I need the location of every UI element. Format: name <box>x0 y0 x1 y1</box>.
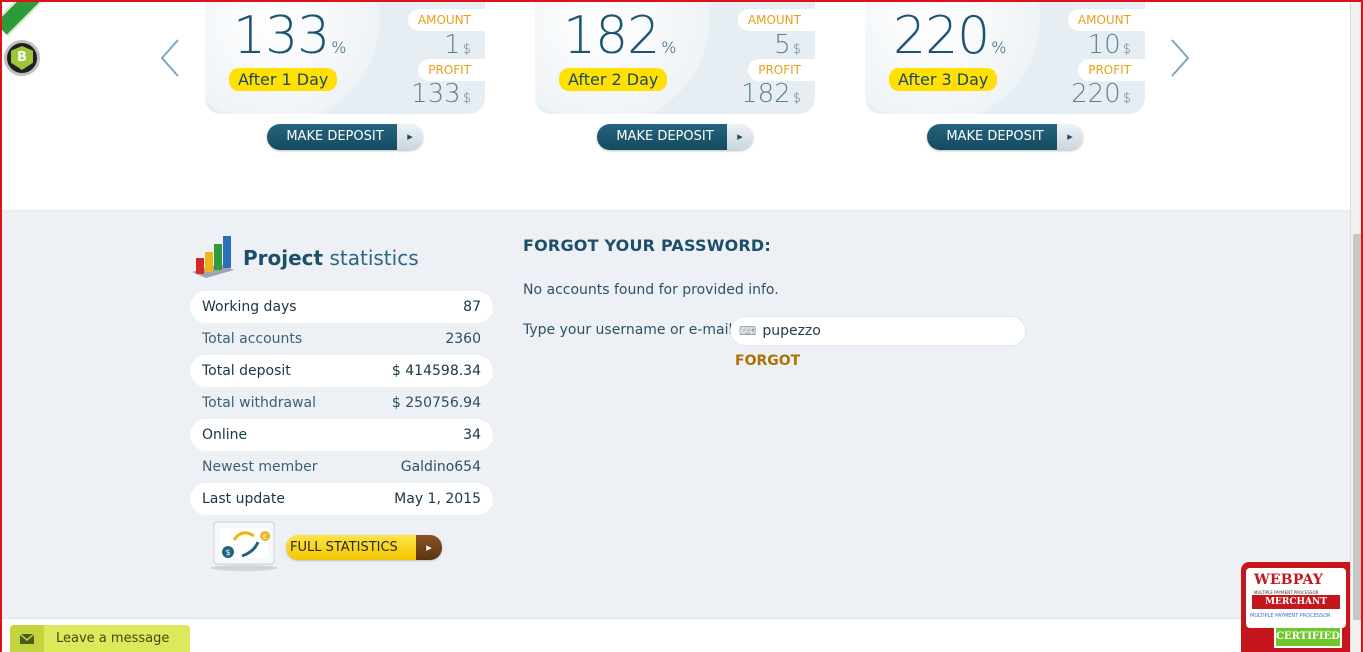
stat-row-total-accounts: Total accounts 2360 <box>202 331 481 347</box>
stat-row-newest-member: Newest member Galdino654 <box>202 459 481 475</box>
exchange-icon: $ € <box>210 521 278 571</box>
plan-card-1: 133% After 1 Day AMOUNT 1 $ PROFIT 133 $ <box>205 0 485 114</box>
amount-label: AMOUNT <box>1067 9 1145 31</box>
username-input[interactable]: ⌨ pupezzo <box>730 316 1026 346</box>
certified-label: CERTIFIED <box>1274 626 1342 648</box>
arrow-right-icon: ▸ <box>1057 124 1083 150</box>
envelope-icon <box>10 625 44 652</box>
bar-chart-icon <box>192 236 234 278</box>
forgot-message: No accounts found for provided info. <box>523 282 779 298</box>
plan-term: After 3 Day <box>889 68 998 91</box>
plan-card-3: 220% After 3 Day AMOUNT 10 $ PROFIT 220 $ <box>865 0 1145 114</box>
amount-label: AMOUNT <box>737 9 815 31</box>
webpay-logo: WEBPAY <box>1254 572 1324 588</box>
profit-label: PROFIT <box>418 59 485 81</box>
stat-row-total-deposit: Total deposit $ 414598.34 <box>190 355 493 387</box>
make-deposit-button-1[interactable]: MAKE DEPOSIT ▸ <box>267 124 423 150</box>
make-deposit-button-3[interactable]: MAKE DEPOSIT ▸ <box>927 124 1083 150</box>
profit-value: 220 $ <box>1071 79 1131 109</box>
badge-letter: B <box>11 46 33 70</box>
stat-row-last-update: Last update May 1, 2015 <box>190 483 493 515</box>
chevron-left-icon <box>160 39 179 77</box>
stat-row-working-days: Working days 87 <box>190 291 493 323</box>
stats-title: Project statistics <box>243 246 419 270</box>
scrollbar-thumb[interactable] <box>1353 234 1362 620</box>
stat-row-online: Online 34 <box>190 419 493 451</box>
chevron-right-icon <box>1171 39 1190 77</box>
username-label: Type your username or e-mail: <box>523 322 738 338</box>
arrow-right-icon: ▸ <box>397 124 423 150</box>
status-badge-icon: B <box>4 40 40 76</box>
newest-member-link[interactable]: Galdino654 <box>401 459 481 475</box>
amount-label: AMOUNT <box>407 9 485 31</box>
profit-value: 133 $ <box>411 79 471 109</box>
carousel-next-button[interactable] <box>1168 38 1192 78</box>
make-deposit-button-2[interactable]: MAKE DEPOSIT ▸ <box>597 124 753 150</box>
scrollbar[interactable] <box>1350 0 1363 652</box>
svg-text:€: € <box>263 533 267 541</box>
arrow-right-icon: ▸ <box>727 124 753 150</box>
plans-section: paying B 133% After 1 Day AMOUNT 1$ PROF… <box>0 0 1350 210</box>
plan-card-2: 182% After 2 Day AMOUNT 5 $ PROFIT 182 $ <box>535 0 815 114</box>
forgot-title: FORGOT YOUR PASSWORD: <box>523 236 771 255</box>
profit-label: PROFIT <box>1078 59 1145 81</box>
profit-value: 182 $ <box>741 79 801 109</box>
profit-label: PROFIT <box>748 59 815 81</box>
carousel-prev-button[interactable] <box>158 38 182 78</box>
plan-term: After 1 Day <box>229 68 338 91</box>
arrow-right-icon: ▸ <box>416 535 442 560</box>
keyboard-icon[interactable]: ⌨ <box>739 324 756 338</box>
forgot-button[interactable]: FORGOT <box>735 353 800 369</box>
plan-term: After 2 Day <box>559 68 668 91</box>
webpay-badge[interactable]: WEBPAY MULTIPLE PAYMENT PROCESSOR MERCHA… <box>1241 562 1350 652</box>
stats-header: Project statistics <box>190 236 490 280</box>
full-statistics: $ € FULL STATISTICS ▸ <box>206 520 442 572</box>
footer <box>0 618 1350 652</box>
leave-message-button[interactable]: Leave a message <box>10 625 190 652</box>
paying-ribbon: paying <box>0 0 101 37</box>
stat-row-total-withdrawal: Total withdrawal $ 250756.94 <box>202 395 481 411</box>
svg-text:$: $ <box>225 548 230 557</box>
full-statistics-button[interactable]: FULL STATISTICS ▸ <box>286 535 442 560</box>
